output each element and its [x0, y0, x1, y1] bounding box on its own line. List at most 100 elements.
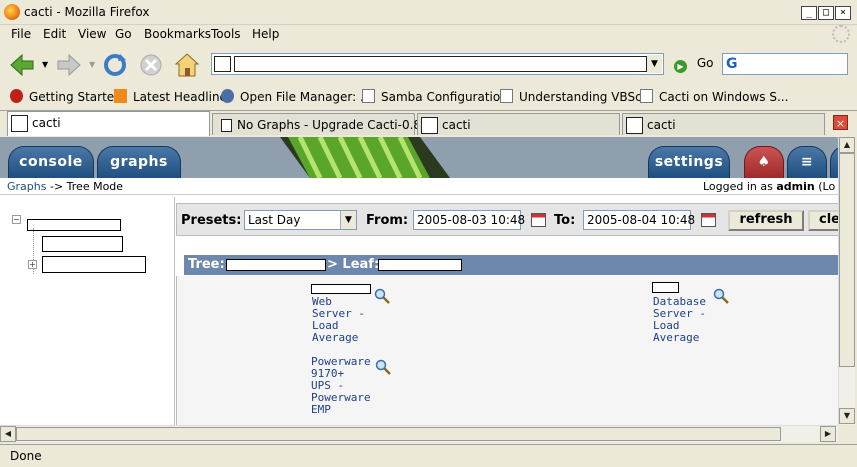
bookmark-understanding-vbscript[interactable]: Understanding VBSc...	[500, 89, 653, 104]
tab-no-graphs[interactable]: No Graphs - Upgrade Cacti-0.8.6f	[212, 113, 437, 135]
refresh-button[interactable]: refresh	[728, 210, 804, 231]
graph-link-powerware-ups[interactable]: Powerware 9170+ UPS - Powerware EMP	[311, 356, 371, 416]
stop-icon[interactable]	[138, 52, 164, 78]
login-username: admin	[776, 180, 815, 193]
close-tab-icon[interactable]: ×	[833, 115, 848, 130]
bookmark-cacti-on-windows[interactable]: Cacti on Windows S...	[640, 89, 788, 104]
tab-tree-view[interactable]: ♠	[744, 146, 784, 178]
breadcrumb-graphs-link[interactable]: Graphs	[7, 180, 46, 193]
maximize-button[interactable]: □	[818, 6, 834, 20]
forward-icon[interactable]	[56, 52, 82, 78]
scroll-left-icon[interactable]: ◀	[0, 426, 16, 442]
vertical-scrollbar[interactable]: ▲ ▼	[838, 137, 855, 425]
url-bar[interactable]: ▼	[211, 53, 664, 75]
tab-list-view[interactable]: ≡	[787, 146, 827, 178]
back-dropdown-icon[interactable]: ▼	[42, 60, 48, 69]
zoom-icon[interactable]	[374, 288, 390, 304]
clear-button[interactable]: cle	[808, 210, 838, 231]
menu-bookmarks[interactable]: Bookmarks	[144, 27, 211, 41]
calendar-icon[interactable]	[531, 213, 546, 227]
forward-dropdown-icon[interactable]: ▼	[89, 60, 95, 69]
bookmark-latest-headlines[interactable]: Latest Headlines	[114, 89, 233, 104]
tree-icon: ♠	[757, 154, 771, 170]
status-text: Done	[10, 449, 42, 463]
zoom-icon[interactable]	[713, 288, 729, 304]
horizontal-scroll-thumb[interactable]	[16, 427, 781, 441]
logout-link[interactable]: (Lo	[815, 180, 835, 193]
tree-node-child-1[interactable]	[42, 236, 123, 252]
google-search-icon[interactable]: G	[726, 56, 738, 72]
graph-list: Web Server - Load Average Database Serve…	[176, 276, 838, 425]
tab-console[interactable]: console	[8, 146, 94, 178]
url-dropdown-icon[interactable]: ▼	[647, 55, 662, 73]
tab-favicon-icon	[421, 117, 438, 134]
graph-thumbnail[interactable]	[652, 282, 679, 293]
to-date-input[interactable]: 2005-08-04 10:48	[583, 210, 695, 230]
tree-node-root[interactable]	[27, 219, 121, 231]
horizontal-scrollbar[interactable]: ◀ ▶	[0, 425, 838, 442]
globe-icon	[221, 89, 234, 103]
menu-bar: File Edit View Go Bookmarks Tools Help	[0, 25, 857, 45]
home-icon[interactable]	[174, 52, 200, 78]
tab-preview-view[interactable]	[830, 146, 838, 178]
graph-link-database-server[interactable]: Database Server - Load Average	[653, 296, 706, 344]
tree-leaf-header: Tree: > Leaf:	[184, 255, 838, 275]
vertical-scroll-thumb[interactable]	[839, 153, 855, 367]
tree-node-child-2[interactable]	[42, 256, 146, 273]
site-favicon-icon	[214, 56, 231, 72]
close-window-button[interactable]: ×	[835, 6, 851, 20]
scroll-up-icon[interactable]: ▲	[839, 137, 855, 153]
menu-go[interactable]: Go	[115, 27, 132, 41]
page-content: console graphs settings ♠ ≡ Graphs -> Tr…	[0, 137, 838, 425]
menu-edit[interactable]: Edit	[43, 27, 66, 41]
window-title: cacti - Mozilla Firefox	[24, 5, 150, 19]
page-icon	[362, 89, 375, 103]
tree-collapse-icon[interactable]: −	[12, 215, 21, 224]
tree-label: Tree:	[188, 257, 225, 272]
presets-select[interactable]: Last Day ▼	[244, 210, 357, 230]
breadcrumb-path: Graphs -> Tree Mode	[7, 180, 123, 193]
url-input[interactable]	[234, 56, 647, 72]
scroll-down-icon[interactable]: ▼	[839, 408, 855, 424]
tab-graphs[interactable]: graphs	[97, 146, 181, 178]
bookmark-samba-configuration[interactable]: Samba Configuratio...	[362, 89, 511, 104]
tab-favicon-icon	[11, 115, 28, 132]
tree-expand-icon[interactable]: +	[28, 260, 37, 269]
graph-tree-panel: − +	[0, 197, 175, 425]
go-arrow-icon: ▶	[674, 60, 687, 73]
timespan-filter-bar: Presets: Last Day ▼ From: 2005-08-03 10:4…	[176, 203, 838, 236]
calendar-icon[interactable]	[701, 213, 716, 227]
go-label: Go	[696, 56, 714, 70]
zoom-icon[interactable]	[375, 359, 391, 375]
presets-label: Presets:	[181, 213, 242, 228]
reload-icon[interactable]	[102, 52, 128, 78]
menu-help[interactable]: Help	[252, 27, 279, 41]
leaf-label: > Leaf:	[327, 257, 380, 272]
cacti-nav-bar: console graphs settings ♠ ≡	[0, 137, 838, 178]
go-button[interactable]: ▶ Go	[674, 56, 713, 73]
menu-tools[interactable]: Tools	[211, 27, 241, 41]
graph-thumbnail[interactable]	[311, 284, 371, 294]
bookmark-getting-started[interactable]: Getting Started	[10, 89, 122, 104]
tab-cacti-2[interactable]: cacti	[417, 113, 620, 135]
redhat-icon	[10, 89, 23, 103]
breadcrumb: Graphs -> Tree Mode Logged in as admin (…	[0, 178, 838, 195]
bookmarks-toolbar: Getting Started Latest Headlines Open Fi…	[0, 86, 857, 108]
minimize-button[interactable]: _	[801, 6, 817, 20]
menu-view[interactable]: View	[78, 27, 106, 41]
search-box[interactable]: G	[722, 53, 848, 75]
tab-bar: cacti No Graphs - Upgrade Cacti-0.8.6f c…	[0, 110, 857, 136]
tab-settings[interactable]: settings	[648, 146, 730, 178]
bookmark-open-file-manager[interactable]: Open File Manager: ...	[221, 89, 371, 104]
to-label: To:	[554, 213, 576, 228]
back-icon[interactable]	[9, 52, 35, 78]
tree-name-placeholder	[226, 259, 326, 271]
tab-cacti-1[interactable]: cacti	[7, 111, 210, 136]
from-label: From:	[366, 213, 409, 228]
status-bar: Done	[0, 444, 857, 467]
from-date-input[interactable]: 2005-08-03 10:48	[413, 210, 525, 230]
scroll-right-icon[interactable]: ▶	[820, 426, 836, 442]
menu-file[interactable]: File	[11, 27, 31, 41]
tab-cacti-3[interactable]: cacti	[622, 113, 825, 135]
graph-link-web-server[interactable]: Web Server - Load Average	[312, 296, 365, 344]
